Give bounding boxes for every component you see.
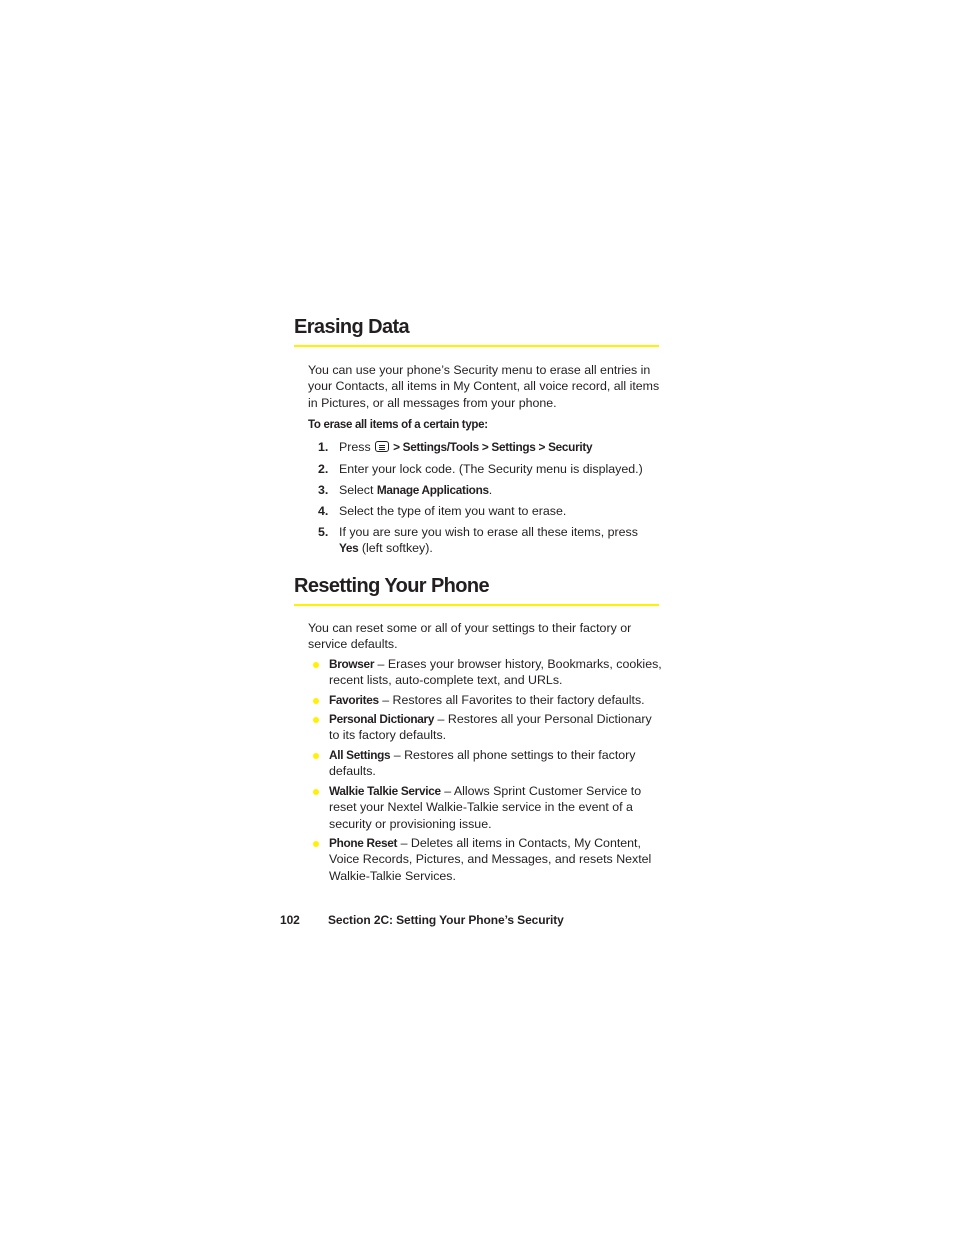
step-number: 4. [318, 504, 329, 518]
step-number: 5. [318, 525, 329, 539]
step-text-suffix: . [488, 483, 493, 497]
step-number: 1. [318, 440, 329, 454]
bullet-item: All Settings – Restores all phone settin… [312, 747, 662, 780]
resetting-intro-paragraph: You can reset some or all of your settin… [308, 621, 632, 652]
erasing-intro-paragraph: You can use your phone’s Security menu t… [308, 363, 660, 410]
bullet-term: Favorites [329, 693, 379, 707]
step-1: 1. Press > Settings/Tools > Settings > S… [318, 439, 658, 455]
document-page: Erasing Data You can use your phone’s Se… [0, 0, 954, 1235]
bullet-description: – Restores all Favorites to their factor… [378, 693, 645, 707]
section-title-erasing-data: Erasing Data [294, 316, 410, 338]
bullet-item: Browser – Erases your browser history, B… [312, 656, 662, 689]
step-text: Press [339, 440, 375, 454]
step-number: 2. [318, 462, 329, 476]
step-text: Enter your lock code. (The Security menu… [339, 462, 643, 476]
step-number: 3. [318, 483, 329, 497]
step-2: 2. Enter your lock code. (The Security m… [318, 461, 658, 477]
bullet-term: Personal Dictionary [329, 712, 435, 726]
page-number: 102 [280, 913, 300, 927]
step-text-suffix: (left softkey). [358, 541, 433, 556]
bullet-item: Personal Dictionary – Restores all your … [312, 711, 662, 744]
bullet-term: Phone Reset [329, 836, 398, 850]
bullet-term: Walkie Talkie Service [329, 784, 441, 798]
bullet-item: Favorites – Restores all Favorites to th… [312, 692, 662, 708]
step-5: 5. If you are sure you wish to erase all… [318, 524, 658, 557]
section-rule [294, 604, 659, 606]
bullet-item: Walkie Talkie Service – Allows Sprint Cu… [312, 783, 662, 832]
section-rule [294, 345, 659, 347]
bullet-icon [313, 789, 319, 795]
step-menu-path: > Settings/Tools > Settings > Security [390, 440, 593, 454]
step-4: 4. Select the type of item you want to e… [318, 503, 658, 519]
procedure-lead: To erase all items of a certain type: [308, 419, 488, 431]
step-text: Select [339, 483, 377, 497]
section-title-resetting-your-phone: Resetting Your Phone [294, 575, 490, 597]
bullet-icon [313, 698, 319, 704]
bullet-icon [313, 717, 319, 723]
bullet-icon [313, 753, 319, 759]
bullet-description: – Erases your browser history, Bookmarks… [329, 657, 662, 688]
step-text: If you are sure you wish to erase all th… [339, 525, 638, 539]
bullet-icon [313, 841, 319, 847]
bullet-icon [313, 662, 319, 668]
step-bold-term: Yes [339, 541, 359, 556]
step-bold-term: Manage Applications [376, 483, 489, 497]
bullet-term: All Settings [329, 748, 391, 762]
bullet-item: Phone Reset – Deletes all items in Conta… [312, 835, 662, 884]
bullet-term: Browser [329, 657, 375, 671]
step-text: Select the type of item you want to eras… [339, 504, 567, 518]
footer-section-title: Section 2C: Setting Your Phone’s Securit… [328, 913, 564, 927]
step-3: 3. Select Manage Applications. [318, 482, 658, 498]
menu-key-icon [375, 441, 390, 452]
